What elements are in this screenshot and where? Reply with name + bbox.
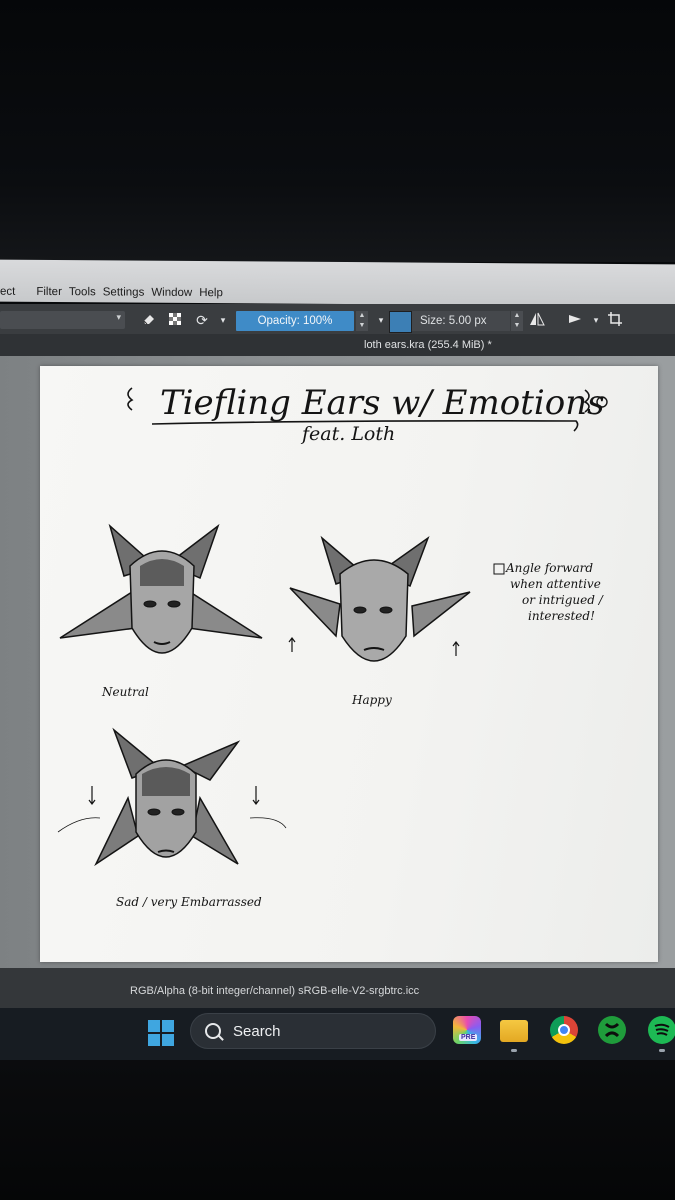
canvas-subheading: feat. Loth: [300, 423, 395, 445]
chrome-icon[interactable]: [550, 1016, 578, 1044]
mirror-horizontal-icon[interactable]: [528, 311, 546, 329]
note-line-3: or intrigued /: [522, 593, 605, 607]
menu-item-window[interactable]: Window: [151, 287, 192, 299]
menu-item-tools[interactable]: Tools: [69, 286, 96, 298]
crop-icon[interactable]: [606, 311, 624, 329]
pre-badge: PRE: [459, 1034, 478, 1041]
status-bar: RGB/Alpha (8-bit integer/channel) sRGB-e…: [0, 968, 675, 1008]
sketch-neutral: [59, 523, 263, 654]
windows-start-icon[interactable]: [148, 1020, 174, 1046]
menu-item-select[interactable]: ect: [0, 286, 15, 298]
drawing-canvas[interactable]: Tiefling Ears w/ Emotions feat. Loth Neu…: [40, 366, 658, 962]
canvas-heading: Tiefling Ears w/ Emotions: [160, 383, 605, 423]
copilot-icon[interactable]: PRE: [453, 1016, 481, 1044]
alpha-lock-icon[interactable]: [166, 311, 184, 329]
brush-color-swatch[interactable]: [389, 311, 412, 333]
size-spinner[interactable]: ▲ ▼: [511, 311, 523, 331]
menubar: ect Filter Tools Settings Window Help: [0, 259, 675, 307]
monitor-bezel-top: [0, 0, 675, 262]
dropdown-icon[interactable]: ▾: [214, 311, 232, 329]
note-line-1: Angle forward: [505, 561, 593, 575]
note-angle-forward: Angle forward when attentive or intrigue…: [493, 561, 605, 623]
sketch-happy: [288, 535, 471, 662]
chevron-down-icon: ▾: [116, 312, 121, 322]
eraser-icon[interactable]: [140, 311, 158, 329]
running-indicator: [511, 1049, 517, 1052]
menu-item-help[interactable]: Help: [199, 287, 223, 299]
search-label: Search: [233, 1023, 281, 1040]
monitor-bezel-bottom: [0, 1060, 675, 1200]
running-indicator-spotify: [659, 1049, 665, 1052]
menu-item-filter[interactable]: Filter: [36, 286, 62, 298]
sketch-sad: [57, 727, 287, 867]
document-tab-bar: loth ears.kra (255.4 MiB) *: [0, 334, 675, 356]
note-line-2: when attentive: [510, 577, 601, 591]
opacity-slider[interactable]: Opacity: 100%: [236, 311, 354, 331]
taskbar-search-box[interactable]: Search: [190, 1013, 436, 1049]
color-dropdown-icon[interactable]: ▾: [372, 311, 390, 329]
search-icon: [205, 1023, 221, 1039]
color-profile-status: RGB/Alpha (8-bit integer/channel) sRGB-e…: [130, 985, 420, 997]
mirror-vertical-icon[interactable]: [566, 311, 584, 329]
note-line-4: interested!: [528, 609, 595, 623]
brush-preset-dropdown[interactable]: ▾: [0, 311, 125, 329]
mirror-dropdown-icon[interactable]: ▾: [587, 311, 605, 329]
menu-item-settings[interactable]: Settings: [103, 286, 145, 298]
document-tab[interactable]: loth ears.kra (255.4 MiB) *: [364, 334, 492, 356]
xbox-icon[interactable]: [598, 1016, 626, 1044]
label-happy: Happy: [351, 693, 392, 707]
label-sad: Sad / very Embarrassed: [116, 895, 262, 909]
file-explorer-icon[interactable]: [500, 1020, 528, 1042]
heading-brace-left: [127, 387, 134, 411]
spotify-icon[interactable]: [648, 1016, 675, 1044]
brush-size-slider[interactable]: Size: 5.00 px: [412, 311, 510, 331]
label-neutral: Neutral: [101, 685, 149, 699]
reload-preset-icon[interactable]: ⟳: [193, 311, 211, 329]
opacity-spinner[interactable]: ▲ ▼: [356, 311, 368, 331]
